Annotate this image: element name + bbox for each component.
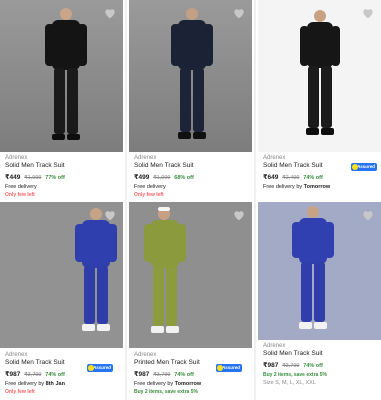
offer-tag: Buy 2 items, save extra 5% [134, 389, 198, 395]
product-card[interactable]: Adrenex Solid Men Track Suit ₹499 ₹1,999… [129, 0, 252, 200]
product-title[interactable]: Solid Men Track Suit [5, 162, 123, 170]
product-brand: Adrenex [134, 352, 157, 358]
delivery-prefix: Free delivery by [5, 381, 45, 387]
model-photo [45, 8, 87, 140]
product-brand: Adrenex [263, 343, 286, 349]
product-price: ₹987 [263, 362, 279, 369]
delivery-prefix: Free delivery by [263, 184, 303, 190]
wishlist-heart-icon[interactable] [103, 6, 117, 20]
product-discount: 77% off [45, 175, 65, 181]
product-discount: 74% off [45, 372, 65, 378]
wishlist-heart-icon[interactable] [232, 208, 246, 222]
product-title[interactable]: Solid Men Track Suit [134, 162, 252, 170]
stock-tag: Only few left [134, 192, 164, 198]
product-price: ₹987 [5, 371, 21, 378]
product-brand: Adrenex [134, 155, 157, 161]
price-row: ₹649 ₹2,499 74% off [263, 173, 381, 183]
product-mrp: ₹1,999 [153, 175, 171, 181]
assured-badge: Assured [216, 364, 242, 372]
product-grid: Adrenex Solid Men Track Suit ₹449 ₹1,999… [0, 0, 381, 400]
product-info: Adrenex Printed Men Track Suit ₹987 ₹3,7… [134, 352, 252, 396]
product-discount: 68% off [174, 175, 194, 181]
model-photo [171, 8, 213, 139]
product-discount: 74% off [174, 372, 194, 378]
product-mrp: ₹1,999 [24, 175, 42, 181]
product-card[interactable]: Adrenex Solid Men Track Suit ₹449 ₹1,999… [0, 0, 123, 200]
product-image[interactable] [0, 0, 123, 152]
product-brand: Adrenex [263, 155, 286, 161]
delivery-prefix: Free delivery [5, 184, 37, 190]
wishlist-heart-icon[interactable] [103, 208, 117, 222]
wishlist-heart-icon[interactable] [361, 6, 375, 20]
model-photo [258, 202, 381, 340]
assured-badge: Assured [87, 364, 113, 372]
product-price: ₹449 [5, 174, 21, 181]
price-row: ₹987 ₹3,799 74% off [263, 361, 381, 371]
delivery-info: Free delivery by Tomorrow [134, 380, 252, 388]
product-info: Adrenex Solid Men Track Suit ₹987 ₹3,799… [5, 352, 123, 396]
delivery-prefix: Free delivery by [134, 381, 174, 387]
model-photo [300, 10, 340, 135]
product-image[interactable] [0, 202, 123, 348]
product-image[interactable] [258, 0, 381, 152]
product-discount: 74% off [303, 363, 323, 369]
delivery-day: Tomorrow [303, 184, 331, 190]
product-image[interactable] [129, 0, 252, 152]
product-info: Adrenex Solid Men Track Suit ₹987 ₹3,799… [263, 343, 381, 387]
product-card[interactable]: Adrenex Solid Men Track Suit ₹987 ₹3,799… [0, 202, 123, 400]
product-price: ₹649 [263, 174, 279, 181]
product-title[interactable]: Solid Men Track Suit [263, 350, 381, 358]
product-mrp: ₹3,799 [24, 372, 42, 378]
model-figure [0, 202, 123, 348]
product-card[interactable]: Adrenex Solid Men Track Suit ₹649 ₹2,499… [258, 0, 381, 200]
price-row: ₹499 ₹1,999 68% off [134, 173, 252, 183]
product-brand: Adrenex [5, 155, 28, 161]
stock-tag: Only few left [5, 389, 35, 395]
stock-tag: Only few left [5, 192, 35, 198]
delivery-info: Free delivery by 8th Jan [5, 380, 123, 388]
column-divider [254, 0, 256, 400]
delivery-prefix: Free delivery [134, 184, 166, 190]
product-brand: Adrenex [5, 352, 28, 358]
delivery-day: 8th Jan [45, 381, 65, 387]
product-mrp: ₹3,799 [153, 372, 171, 378]
product-price: ₹499 [134, 174, 150, 181]
offer-tag: Buy 2 items, save extra 5% [263, 372, 327, 378]
product-info: Adrenex Solid Men Track Suit ₹499 ₹1,999… [134, 155, 252, 199]
product-image[interactable] [129, 202, 252, 348]
product-price: ₹987 [134, 371, 150, 378]
product-mrp: ₹3,799 [282, 363, 300, 369]
column-divider [125, 0, 127, 400]
product-info: Adrenex Solid Men Track Suit ₹449 ₹1,999… [5, 155, 123, 199]
wishlist-heart-icon[interactable] [361, 208, 375, 222]
product-info: Adrenex Solid Men Track Suit ₹649 ₹2,499… [263, 155, 381, 191]
available-sizes: Size S, M, L, XL, XXL [263, 380, 316, 386]
product-card[interactable]: Adrenex Solid Men Track Suit ₹987 ₹3,799… [258, 202, 381, 400]
model-photo [129, 202, 252, 348]
product-card[interactable]: Adrenex Printed Men Track Suit ₹987 ₹3,7… [129, 202, 252, 400]
delivery-day: Tomorrow [174, 381, 202, 387]
product-image[interactable] [258, 202, 381, 340]
delivery-info: Free delivery [5, 183, 123, 191]
product-mrp: ₹2,499 [282, 175, 300, 181]
assured-badge: Assured [351, 163, 377, 171]
wishlist-heart-icon[interactable] [232, 6, 246, 20]
price-row: ₹449 ₹1,999 77% off [5, 173, 123, 183]
product-discount: 74% off [303, 175, 323, 181]
delivery-info: Free delivery by Tomorrow [263, 183, 381, 191]
delivery-info: Free delivery [134, 183, 252, 191]
